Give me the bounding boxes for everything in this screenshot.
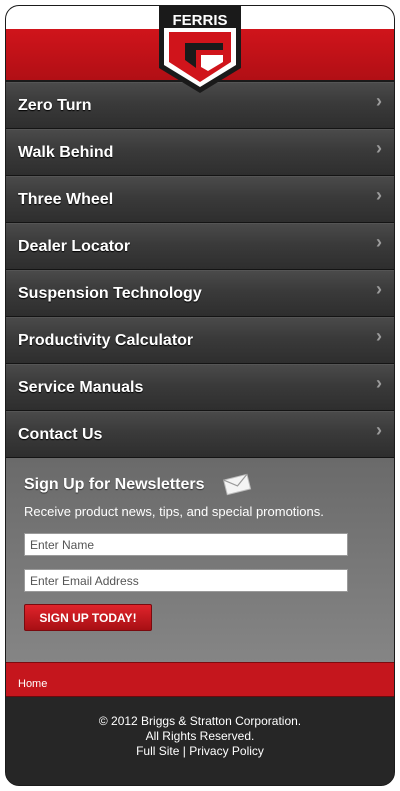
main-nav: Zero Turn › Walk Behind › Three Wheel › …	[6, 82, 394, 458]
nav-item-service-manuals[interactable]: Service Manuals ›	[6, 364, 394, 411]
chevron-right-icon: ›	[376, 232, 382, 252]
chevron-right-icon: ›	[376, 279, 382, 299]
footer: © 2012 Briggs & Stratton Corporation. Al…	[6, 697, 394, 785]
newsletter-title: Sign Up for Newsletters	[24, 476, 205, 493]
nav-item-dealer-locator[interactable]: Dealer Locator ›	[6, 223, 394, 270]
nav-item-contact-us[interactable]: Contact Us ›	[6, 411, 394, 458]
chevron-right-icon: ›	[376, 326, 382, 346]
chevron-right-icon: ›	[376, 185, 382, 205]
nav-item-productivity-calculator[interactable]: Productivity Calculator ›	[6, 317, 394, 364]
full-site-link[interactable]: Full Site	[136, 744, 179, 758]
footer-separator: |	[182, 744, 186, 758]
nav-item-label: Walk Behind	[18, 144, 114, 161]
nav-item-label: Contact Us	[18, 426, 103, 443]
nav-item-label: Suspension Technology	[18, 285, 202, 302]
chevron-right-icon: ›	[376, 91, 382, 111]
envelope-icon	[223, 473, 252, 496]
privacy-policy-link[interactable]: Privacy Policy	[189, 744, 264, 758]
nav-item-label: Service Manuals	[18, 379, 144, 396]
nav-item-label: Dealer Locator	[18, 238, 131, 255]
app-frame: FERRIS Zero Turn › Walk Behind › Three W…	[5, 5, 395, 786]
svg-text:FERRIS: FERRIS	[172, 12, 227, 29]
nav-item-suspension-technology[interactable]: Suspension Technology ›	[6, 270, 394, 317]
breadcrumb: Home	[6, 662, 394, 697]
chevron-right-icon: ›	[376, 420, 382, 440]
chevron-right-icon: ›	[376, 138, 382, 158]
rights-text: All Rights Reserved.	[145, 729, 255, 743]
chevron-right-icon: ›	[376, 373, 382, 393]
nav-item-three-wheel[interactable]: Three Wheel ›	[6, 176, 394, 223]
email-input[interactable]	[24, 569, 348, 592]
nav-item-label: Three Wheel	[18, 191, 114, 208]
nav-item-walk-behind[interactable]: Walk Behind ›	[6, 129, 394, 176]
newsletter-subtitle: Receive product news, tips, and special …	[24, 504, 324, 519]
ferris-logo[interactable]: FERRIS	[155, 6, 245, 94]
breadcrumb-home-link[interactable]: Home	[18, 678, 47, 690]
copyright-text: © 2012 Briggs & Stratton Corporation.	[98, 714, 302, 728]
name-input[interactable]	[24, 533, 348, 556]
signup-button[interactable]: SIGN UP TODAY!	[24, 604, 152, 631]
newsletter-section: Sign Up for Newsletters Receive product …	[6, 458, 394, 662]
nav-item-label: Productivity Calculator	[18, 332, 194, 349]
footer-links: Full Site | Privacy Policy	[6, 744, 394, 759]
nav-item-label: Zero Turn	[18, 97, 92, 114]
